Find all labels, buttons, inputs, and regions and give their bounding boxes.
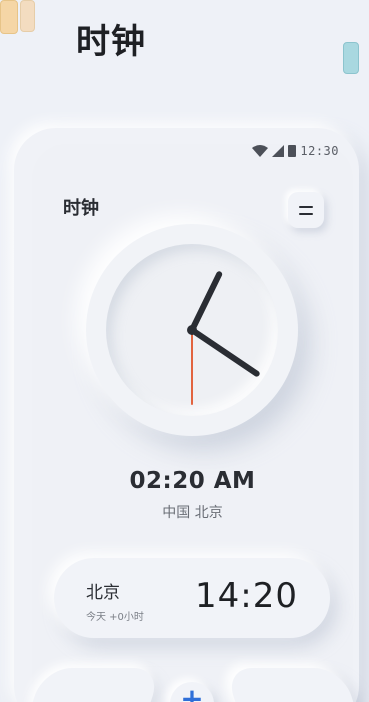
- menu-button[interactable]: [288, 192, 324, 228]
- wifi-icon: [252, 145, 269, 157]
- status-bar: 12:30: [252, 144, 339, 158]
- analog-clock: [86, 224, 298, 436]
- city-offset: 今天 +0小时: [86, 612, 144, 623]
- bottom-tab-left[interactable]: [24, 668, 162, 702]
- color-swatch: [0, 0, 18, 34]
- world-clock-card[interactable]: 北京 今天 +0小时 14:20: [54, 558, 330, 638]
- menu-icon: [299, 205, 313, 215]
- bottom-bar: +: [24, 654, 362, 702]
- color-swatch: [343, 42, 359, 74]
- plus-icon: +: [180, 682, 204, 702]
- clock-location: 中国 北京: [162, 505, 223, 521]
- minute-hand: [189, 271, 223, 333]
- color-swatch: [20, 0, 35, 32]
- phone-frame: 12:30 时钟 02:20 AM 中国 北京 北京 今天 +0小时 14:20…: [14, 128, 362, 702]
- digital-time: 02:20 AM: [129, 468, 256, 494]
- signal-icon: [272, 145, 285, 157]
- city-time: 14:20: [195, 576, 298, 616]
- clock-center-pin: [187, 325, 197, 335]
- hour-hand: [189, 327, 260, 377]
- page-title: 时钟: [76, 22, 146, 62]
- city-name: 北京: [86, 583, 120, 603]
- page: 时钟 12:30 时钟 02:20 AM 中国 北京 北京 今天 +0小时 14…: [0, 0, 369, 702]
- battery-icon: [288, 145, 297, 157]
- clock-hands: [187, 271, 260, 405]
- add-clock-button[interactable]: +: [170, 682, 214, 702]
- phone-screen: 12:30 时钟 02:20 AM 中国 北京 北京 今天 +0小时 14:20…: [24, 144, 362, 702]
- bottom-tab-right[interactable]: [224, 668, 362, 702]
- app-title: 时钟: [63, 198, 99, 219]
- status-time: 12:30: [300, 144, 339, 158]
